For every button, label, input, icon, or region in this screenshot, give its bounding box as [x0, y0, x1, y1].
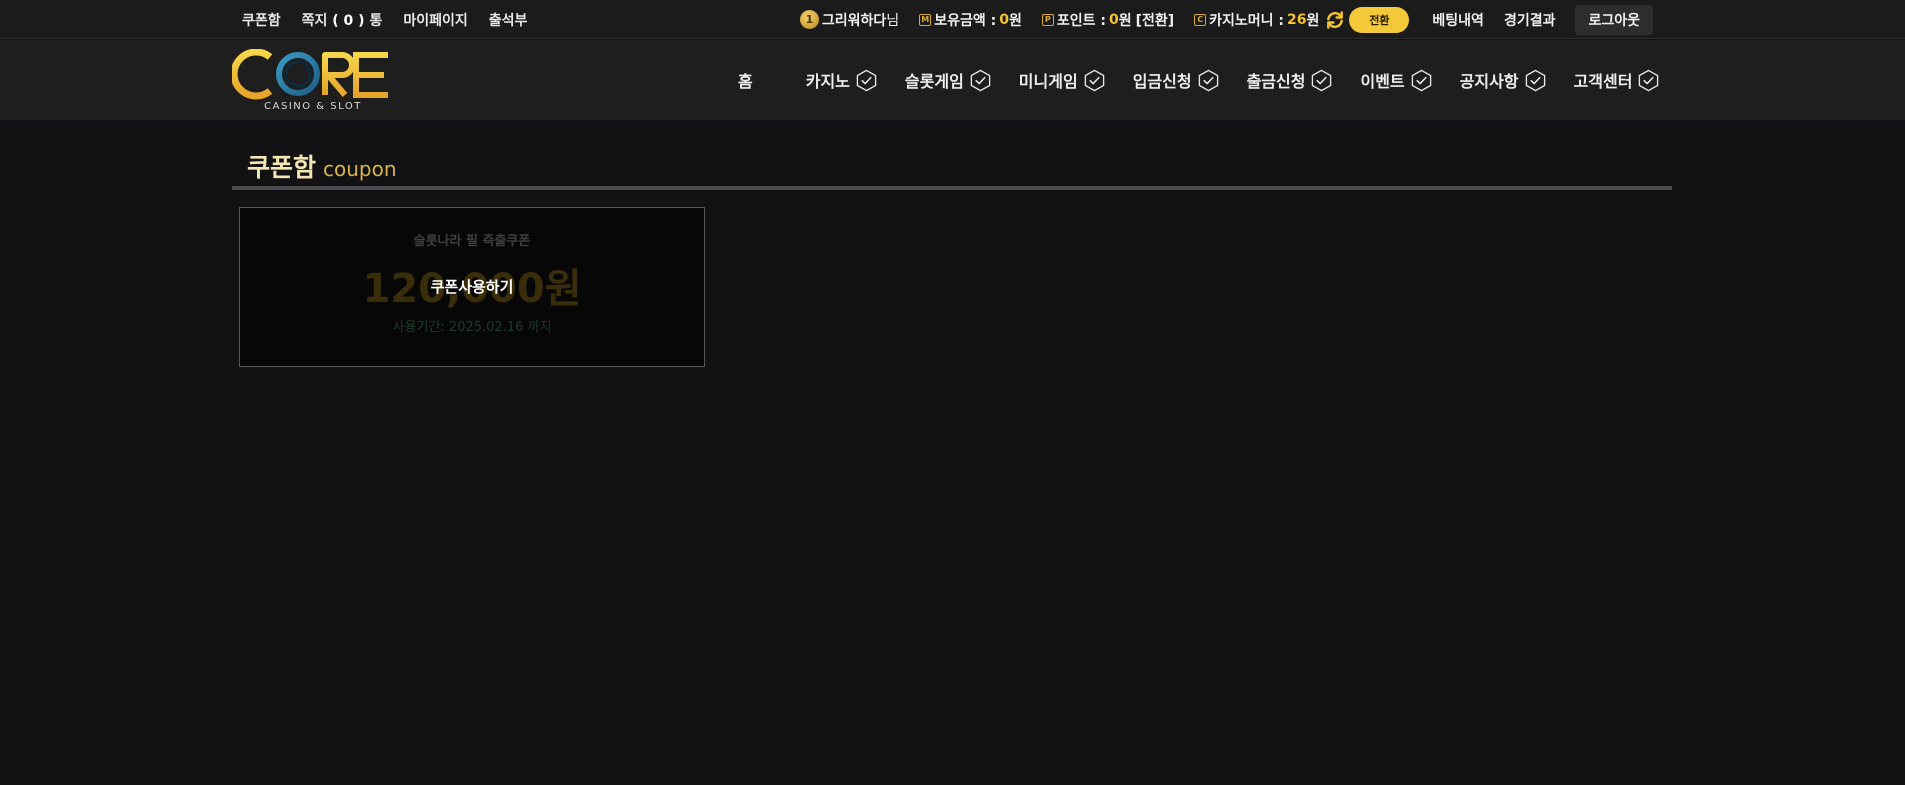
points-badge-icon: P [1041, 13, 1054, 26]
betting-history-link[interactable]: 베팅내역 [1432, 10, 1484, 30]
hex-check-icon [1198, 69, 1218, 91]
top-bar: 쿠폰함 쪽지 ( 0 ) 통 마이페이지 출석부 1 그리워하다 님 M 보유금… [0, 0, 1905, 39]
top-links: 쿠폰함 쪽지 ( 0 ) 통 마이페이지 출석부 [242, 0, 527, 39]
menu-item-minigame[interactable]: 미니게임 [1019, 68, 1106, 92]
menu-item-notice[interactable]: 공지사항 [1460, 68, 1547, 92]
casino-badge-icon: C [1194, 13, 1207, 26]
level-badge-icon: 1 [799, 10, 819, 29]
coupon-period: 사용기간: 2025.02.16 까지 [392, 320, 552, 335]
casino-money-info: C 카지노머니 : 26 원 전환 [1194, 6, 1410, 33]
use-coupon-button[interactable]: 쿠폰사용하기 [240, 276, 704, 297]
user-honorific: 님 [886, 12, 900, 29]
points-unit: 원 [1118, 12, 1132, 29]
casino-money-label: 카지노머니 : [1209, 12, 1285, 29]
game-results-link[interactable]: 경기결과 [1504, 10, 1556, 30]
core-logo[interactable]: CASINO & SLOT [232, 49, 394, 111]
menu-item-withdraw[interactable]: 출금신청 [1247, 68, 1334, 92]
menu-label: 고객센터 [1573, 72, 1633, 91]
hex-check-icon [1411, 69, 1431, 91]
page-title: 쿠폰함 coupon [247, 148, 397, 184]
switch-button[interactable]: 전환 [1349, 6, 1410, 33]
menu-item-deposit[interactable]: 입금신청 [1133, 68, 1220, 92]
balance-info: M 보유금액 : 0 원 [919, 10, 1022, 30]
menu-label: 홈 [738, 72, 753, 91]
menu-label: 미니게임 [1018, 72, 1078, 91]
message-suffix: 통 [369, 12, 383, 29]
balance-value: 0 [999, 11, 1009, 28]
menu-label: 이벤트 [1360, 72, 1405, 91]
message-label: 쪽지 [301, 12, 328, 29]
page-title-korean: 쿠폰함 [247, 153, 317, 182]
hex-check-icon [1084, 69, 1104, 91]
menu-label: 공지사항 [1459, 72, 1519, 91]
message-count: ( 0 ) [332, 12, 365, 29]
menu-label: 슬롯게임 [904, 72, 964, 91]
points-label: 포인트 : [1056, 12, 1106, 29]
page-title-english: coupon [323, 157, 397, 181]
menu-item-slot[interactable]: 슬롯게임 [905, 68, 992, 92]
attendance-link[interactable]: 출석부 [489, 10, 528, 30]
menu-label: 출금신청 [1246, 72, 1306, 91]
casino-money-unit: 원 [1306, 12, 1320, 29]
points-value: 0 [1108, 11, 1119, 28]
menu-item-home[interactable]: 홈 [738, 68, 753, 92]
hex-check-icon [970, 69, 991, 91]
mypage-link[interactable]: 마이페이지 [403, 10, 467, 30]
hex-check-icon [1312, 69, 1332, 91]
refresh-icon[interactable] [1325, 10, 1345, 30]
menu-item-event[interactable]: 이벤트 [1360, 68, 1432, 92]
coupon-link[interactable]: 쿠폰함 [242, 10, 281, 30]
logo-subtitle: CASINO & SLOT [264, 101, 362, 111]
menu-item-support[interactable]: 고객센터 [1574, 68, 1661, 92]
hex-check-icon [856, 69, 877, 91]
coupon-card[interactable]: 슬롯나라 필 즉출쿠폰 120,000원 사용기간: 2025.02.16 까지… [239, 207, 705, 367]
points-convert-link[interactable]: [전환] [1136, 10, 1175, 30]
main-navbar: CASINO & SLOT 홈 카지노 슬롯게임 미니게임 입금신청 출금신청 … [0, 40, 1905, 120]
menu-item-casino[interactable]: 카지노 [806, 68, 878, 92]
balance-unit: 원 [1008, 12, 1022, 29]
casino-money-value: 26 [1287, 11, 1307, 28]
hex-check-icon [1525, 69, 1545, 91]
user-status: 1 그리워하다 님 M 보유금액 : 0 원 P 포인트 : 0 원 [전환] … [799, 0, 1653, 39]
coupon-name: 슬롯나라 필 즉출쿠폰 [413, 234, 531, 249]
hex-check-icon [1639, 69, 1659, 91]
balance-label: 보유금액 : [934, 12, 997, 29]
money-badge-icon: M [919, 13, 932, 26]
message-link[interactable]: 쪽지 ( 0 ) 통 [302, 10, 383, 30]
user-name: 그리워하다 [821, 12, 887, 29]
menu-label: 입금신청 [1132, 72, 1192, 91]
title-divider [232, 186, 1672, 190]
logout-button[interactable]: 로그아웃 [1575, 4, 1653, 35]
menu-label: 카지노 [805, 72, 850, 91]
user-info: 1 그리워하다 님 [799, 10, 900, 30]
points-info: P 포인트 : 0 원 [전환] [1041, 10, 1175, 30]
main-menu: 홈 카지노 슬롯게임 미니게임 입금신청 출금신청 이벤트 공지사항 고객센터 [738, 40, 1660, 120]
